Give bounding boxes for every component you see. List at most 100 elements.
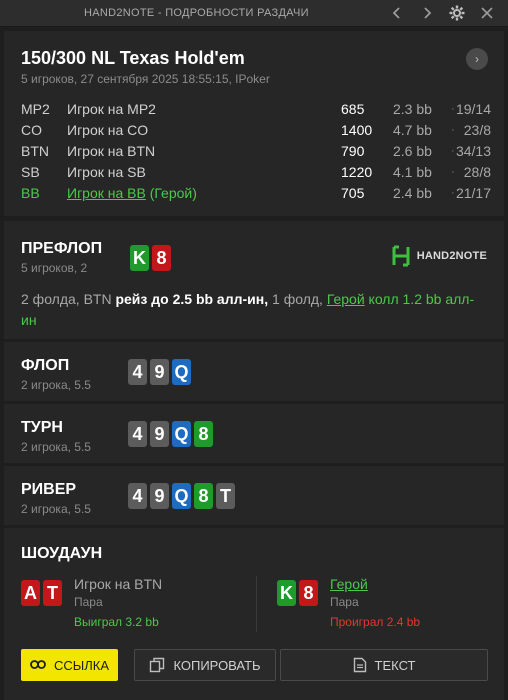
river-subtitle: 2 игрока, 5.5 <box>21 502 91 516</box>
text-button[interactable]: ТЕКСТ <box>280 649 488 681</box>
card: Q <box>172 421 191 447</box>
hand-header-panel: 150/300 NL Texas Hold'em 5 игроков, 27 с… <box>4 31 504 216</box>
preflop-subtitle: 5 игроков, 2 <box>21 261 88 275</box>
showdown-panel: ШОУДАУН A T Игрок на BTN Пара Выиграл 3.… <box>4 528 504 700</box>
close-icon[interactable] <box>476 2 498 24</box>
link-button-label: ССЫЛКА <box>53 657 110 673</box>
card: T <box>43 580 62 606</box>
card: 8 <box>194 421 213 447</box>
card: K <box>130 245 149 271</box>
river-title: РИВЕР <box>21 481 77 498</box>
player-vpip-pfr: 23/8 <box>463 122 491 138</box>
card: 4 <box>128 483 147 509</box>
logo-text: HAND2NOTE <box>416 250 487 262</box>
villain-cards: A T <box>21 580 62 606</box>
separator-dot: · <box>451 166 455 178</box>
link-icon <box>30 658 46 672</box>
player-row[interactable]: BTN Игрок на BTN 790 2.6 bb · 34/13 <box>21 143 491 164</box>
player-stack-bb: 2.3 bb <box>393 101 432 117</box>
link-button[interactable]: ССЫЛКА <box>21 649 118 681</box>
player-stack-bb: 4.7 bb <box>393 122 432 138</box>
separator-dot: · <box>451 124 455 136</box>
next-hand-button[interactable]: › <box>466 48 488 70</box>
preflop-actions: 2 фолда, BTN рейз до 2.5 bb алл-ин, 1 фо… <box>21 289 481 331</box>
player-position: SB <box>21 164 40 180</box>
flop-subtitle: 2 игрока, 5.5 <box>21 378 91 392</box>
player-stack-bb: 2.4 bb <box>393 185 432 201</box>
player-row[interactable]: MP2 Игрок на MP2 685 2.3 bb · 19/14 <box>21 101 491 122</box>
players-list: MP2 Игрок на MP2 685 2.3 bb · 19/14 CO И… <box>21 101 491 206</box>
action-raise: рейз до 2.5 bb алл-ин, <box>115 291 269 307</box>
player-name: Игрок на MP2 <box>67 101 156 117</box>
title-bar: HAND2NOTE - ПОДРОБНОСТИ РАЗДАЧИ <box>0 0 508 27</box>
player-stack-bb: 4.1 bb <box>393 164 432 180</box>
separator-dot: · <box>451 187 455 199</box>
hand2note-logo-icon <box>392 245 410 267</box>
text-button-label: ТЕКСТ <box>374 657 416 673</box>
board-cards: 4 9 Q 8 <box>128 421 213 447</box>
player-vpip-pfr: 21/17 <box>455 185 491 201</box>
preflop-title: ПРЕФЛОП <box>21 240 103 257</box>
hero-result: Проиграл 2.4 bb <box>330 615 421 629</box>
player-stack: 1220 <box>341 164 373 180</box>
hero-player-row[interactable]: BB Игрок на BB (Герой) 705 2.4 bb · 21/1… <box>21 185 491 206</box>
player-position: BB <box>21 185 40 201</box>
hero-link[interactable]: Герой <box>327 291 365 307</box>
hero-hole-cards: K 8 <box>130 245 171 271</box>
hero-hand-rank: Пара <box>330 595 359 609</box>
player-row[interactable]: CO Игрок на CO 1400 4.7 bb · 23/8 <box>21 122 491 143</box>
card: A <box>21 580 40 606</box>
player-vpip-pfr: 34/13 <box>455 143 491 159</box>
card: 4 <box>128 359 147 385</box>
hero-name-link[interactable]: Игрок на BB <box>67 185 146 201</box>
player-stack: 705 <box>341 185 365 201</box>
copy-button[interactable]: КОПИРОВАТЬ <box>134 649 276 681</box>
player-name: Игрок на BB (Герой) <box>67 185 197 201</box>
chevron-left-icon[interactable] <box>386 2 408 24</box>
hand2note-logo: HAND2NOTE <box>391 245 487 267</box>
board-cards: 4 9 Q <box>128 359 191 385</box>
hero-name-link[interactable]: Герой <box>330 576 480 592</box>
player-vpip-pfr: 28/8 <box>463 164 491 180</box>
preflop-panel: ПРЕФЛОП 5 игроков, 2 K 8 HAND2NOTE 2 фол… <box>4 221 504 339</box>
turn-subtitle: 2 игрока, 5.5 <box>21 440 91 454</box>
player-position: BTN <box>21 143 49 159</box>
card: 8 <box>152 245 171 271</box>
player-position: CO <box>21 122 42 138</box>
villain-result: Выиграл 3.2 bb <box>74 615 159 629</box>
player-position: MP2 <box>21 101 50 117</box>
game-subtitle: 5 игроков, 27 сентября 2025 18:55:15, IP… <box>21 72 270 86</box>
player-name: Игрок на SB <box>67 164 146 180</box>
chevron-right-icon: › <box>475 52 479 66</box>
card: 4 <box>128 421 147 447</box>
player-name: Игрок на BTN <box>67 143 156 159</box>
villain-name: Игрок на BTN <box>74 576 163 592</box>
player-stack-bb: 2.6 bb <box>393 143 432 159</box>
separator-dot: · <box>451 103 455 115</box>
action-text: 2 фолда, BTN <box>21 291 116 307</box>
player-stack: 685 <box>341 101 365 117</box>
player-vpip-pfr: 19/14 <box>455 101 491 117</box>
showdown-title: ШОУДАУН <box>21 545 103 562</box>
card: T <box>216 483 235 509</box>
card: Q <box>172 483 191 509</box>
card: K <box>277 580 296 606</box>
card: 9 <box>150 483 169 509</box>
hero-tag: (Герой) <box>149 185 197 201</box>
player-stack: 1400 <box>341 122 373 138</box>
document-icon <box>353 657 367 673</box>
player-stack: 790 <box>341 143 365 159</box>
hero-cards: K 8 <box>277 580 318 606</box>
gear-icon[interactable] <box>446 2 468 24</box>
player-name: Игрок на CO <box>67 122 149 138</box>
separator-dot: · <box>451 145 455 157</box>
river-panel: РИВЕР 2 игрока, 5.5 4 9 Q 8 T <box>4 466 504 525</box>
flop-title: ФЛОП <box>21 357 70 374</box>
game-title: 150/300 NL Texas Hold'em <box>21 48 245 68</box>
action-text: 1 фолд, <box>268 291 327 307</box>
showdown-divider <box>256 576 257 632</box>
copy-icon <box>149 657 165 673</box>
window-title: HAND2NOTE - ПОДРОБНОСТИ РАЗДАЧИ <box>84 7 309 19</box>
player-row[interactable]: SB Игрок на SB 1220 4.1 bb · 28/8 <box>21 164 491 185</box>
chevron-right-icon[interactable] <box>416 2 438 24</box>
